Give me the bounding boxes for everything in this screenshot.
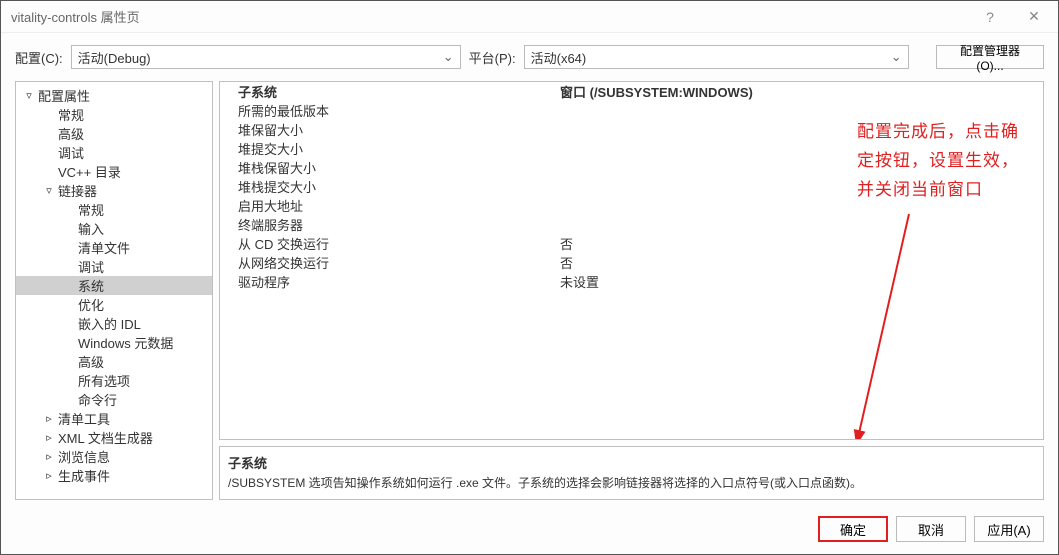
tree-item[interactable]: Windows 元数据	[16, 333, 212, 352]
config-manager-button[interactable]: 配置管理器(O)...	[936, 45, 1044, 69]
property-key: 堆栈提交大小	[220, 177, 560, 196]
tree-item-label: XML 文档生成器	[56, 428, 153, 447]
tree-expand-icon[interactable]: ▹	[42, 412, 56, 425]
property-key: 堆栈保留大小	[220, 158, 560, 177]
close-button[interactable]: ✕	[1012, 2, 1056, 32]
tree-item-label: 清单工具	[56, 409, 110, 428]
property-grid[interactable]: 子系统窗口 (/SUBSYSTEM:WINDOWS)所需的最低版本堆保留大小堆提…	[219, 81, 1044, 440]
tree-item-label: 输入	[76, 219, 104, 238]
tree-item[interactable]: ▿配置属性	[16, 86, 212, 105]
property-row[interactable]: 从网络交换运行否	[220, 253, 1043, 272]
config-row: 配置(C): 活动(Debug) ⌄ 平台(P): 活动(x64) ⌄ 配置管理…	[1, 33, 1058, 81]
close-icon: ✕	[1028, 8, 1040, 25]
tree-item-label: 调试	[76, 257, 104, 276]
tree-item[interactable]: ▹XML 文档生成器	[16, 428, 212, 447]
tree-item[interactable]: 优化	[16, 295, 212, 314]
tree-expand-icon[interactable]: ▹	[42, 469, 56, 482]
chevron-down-icon: ⌄	[891, 49, 902, 65]
tree-expand-icon[interactable]: ▹	[42, 431, 56, 444]
tree-item-label: Windows 元数据	[76, 333, 173, 352]
tree-item[interactable]: ▹浏览信息	[16, 447, 212, 466]
apply-button[interactable]: 应用(A)	[974, 516, 1044, 542]
property-key: 启用大地址	[220, 196, 560, 215]
main-area: ▿配置属性常规高级调试VC++ 目录▿链接器常规输入清单文件调试系统优化嵌入的 …	[1, 81, 1058, 510]
tree-item-label: 链接器	[56, 181, 97, 200]
tree-item[interactable]: 调试	[16, 257, 212, 276]
tree-expand-icon[interactable]: ▹	[42, 450, 56, 463]
config-label: 配置(C):	[15, 48, 63, 67]
platform-value: 活动(x64)	[531, 48, 587, 67]
cancel-button[interactable]: 取消	[896, 516, 966, 542]
tree-item-label: 常规	[76, 200, 104, 219]
property-row[interactable]: 终端服务器	[220, 215, 1043, 234]
tree-item[interactable]: 调试	[16, 143, 212, 162]
property-value: 窗口 (/SUBSYSTEM:WINDOWS)	[560, 82, 1043, 101]
platform-select[interactable]: 活动(x64) ⌄	[524, 45, 909, 69]
tree-item[interactable]: ▹清单工具	[16, 409, 212, 428]
tree-item[interactable]: 高级	[16, 352, 212, 371]
tree-item-label: 所有选项	[76, 371, 130, 390]
chevron-down-icon: ⌄	[443, 49, 454, 65]
tree-expand-icon[interactable]: ▿	[42, 184, 56, 197]
tree-item-label: 系统	[76, 276, 104, 295]
tree-item[interactable]: 输入	[16, 219, 212, 238]
property-key: 堆提交大小	[220, 139, 560, 158]
property-value: 未设置	[560, 272, 1043, 291]
tree-item[interactable]: 清单文件	[16, 238, 212, 257]
tree-item-label: 配置属性	[36, 86, 90, 105]
description-title: 子系统	[228, 453, 1035, 472]
tree-item[interactable]: 命令行	[16, 390, 212, 409]
tree-item[interactable]: 嵌入的 IDL	[16, 314, 212, 333]
property-row[interactable]: 从 CD 交换运行否	[220, 234, 1043, 253]
tree-item-label: 生成事件	[56, 466, 110, 485]
tree-item-label: 高级	[56, 124, 84, 143]
property-key: 终端服务器	[220, 215, 560, 234]
tree-item[interactable]: 常规	[16, 105, 212, 124]
property-row[interactable]: 子系统窗口 (/SUBSYSTEM:WINDOWS)	[220, 82, 1043, 101]
property-value: 否	[560, 234, 1043, 253]
property-key: 从 CD 交换运行	[220, 234, 560, 253]
tree-item[interactable]: 高级	[16, 124, 212, 143]
tree-item[interactable]: ▹生成事件	[16, 466, 212, 485]
property-key: 从网络交换运行	[220, 253, 560, 272]
tree-item-label: 嵌入的 IDL	[76, 314, 141, 333]
tree-item-label: VC++ 目录	[56, 162, 121, 181]
tree-item-label: 清单文件	[76, 238, 130, 257]
tree-item-label: 浏览信息	[56, 447, 110, 466]
tree-item-label: 调试	[56, 143, 84, 162]
config-select[interactable]: 活动(Debug) ⌄	[71, 45, 461, 69]
property-value: 否	[560, 253, 1043, 272]
right-column: 子系统窗口 (/SUBSYSTEM:WINDOWS)所需的最低版本堆保留大小堆提…	[219, 81, 1044, 500]
tree-item[interactable]: ▿链接器	[16, 181, 212, 200]
tree-item[interactable]: 系统	[16, 276, 212, 295]
dialog-buttons: 确定 取消 应用(A)	[1, 510, 1058, 554]
tree-expand-icon[interactable]: ▿	[22, 89, 36, 102]
tree-item-label: 优化	[76, 295, 104, 314]
property-key: 堆保留大小	[220, 120, 560, 139]
tree-item-label: 常规	[56, 105, 84, 124]
titlebar: vitality-controls 属性页 ? ✕	[1, 1, 1058, 33]
tree-item-label: 高级	[76, 352, 104, 371]
help-button[interactable]: ?	[968, 2, 1012, 32]
description-body: /SUBSYSTEM 选项告知操作系统如何运行 .exe 文件。子系统的选择会影…	[228, 474, 1035, 491]
property-key: 子系统	[220, 82, 560, 101]
tree-item[interactable]: 常规	[16, 200, 212, 219]
property-key: 所需的最低版本	[220, 101, 560, 120]
tree-item[interactable]: VC++ 目录	[16, 162, 212, 181]
property-row[interactable]: 驱动程序未设置	[220, 272, 1043, 291]
tree-item-label: 命令行	[76, 390, 117, 409]
property-key: 驱动程序	[220, 272, 560, 291]
config-value: 活动(Debug)	[78, 48, 151, 67]
tree-item[interactable]: 所有选项	[16, 371, 212, 390]
tree-panel[interactable]: ▿配置属性常规高级调试VC++ 目录▿链接器常规输入清单文件调试系统优化嵌入的 …	[15, 81, 213, 500]
platform-label: 平台(P):	[469, 48, 516, 67]
window-title: vitality-controls 属性页	[11, 7, 968, 26]
property-page-window: vitality-controls 属性页 ? ✕ 配置(C): 活动(Debu…	[0, 0, 1059, 555]
annotation-text: 配置完成后，点击确 定按钮，设置生效， 并关闭当前窗口	[857, 118, 1019, 205]
ok-button[interactable]: 确定	[818, 516, 888, 542]
description-panel: 子系统 /SUBSYSTEM 选项告知操作系统如何运行 .exe 文件。子系统的…	[219, 446, 1044, 500]
